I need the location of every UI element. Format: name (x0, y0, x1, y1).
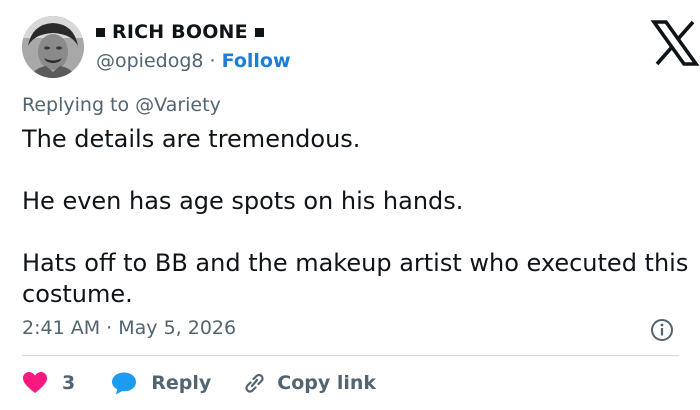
heart-icon (23, 372, 47, 393)
author-display-name: RICH BOONE (112, 21, 248, 43)
tweet-time: 2:41 AM (22, 317, 101, 339)
tweet-card: RICH BOONE @opiedog8 · Follow Replying t… (0, 0, 700, 410)
x-logo-icon[interactable] (650, 20, 700, 66)
tweet-paragraph: He even has age spots on his hands. (22, 187, 464, 215)
timestamp-separator: · (106, 317, 113, 339)
tweet-text: The details are tremendous. He even has … (22, 124, 692, 310)
actions-divider (22, 355, 679, 356)
reply-context: Replying to @Variety (22, 94, 221, 116)
tweet-paragraph: The details are tremendous. (22, 125, 361, 153)
reply-button[interactable]: Reply (111, 371, 211, 395)
square-bullet-icon (96, 27, 105, 37)
tweet-header: RICH BOONE @opiedog8 · Follow (22, 16, 700, 80)
copy-link-label: Copy link (277, 372, 377, 394)
handle-separator: · (209, 50, 216, 72)
reply-context-prefix: Replying to (22, 94, 130, 116)
reply-mention-link[interactable]: @Variety (135, 94, 221, 116)
link-icon (245, 373, 264, 393)
tweet-timestamp[interactable]: 2:41 AM · May 5, 2026 (22, 317, 236, 339)
tweet-paragraph: Hats off to BB and the makeup artist who… (22, 249, 689, 308)
square-bullet-icon (254, 27, 264, 37)
tweet-actions: 3 Reply Copy link (22, 369, 376, 397)
author-name[interactable]: RICH BOONE (96, 21, 264, 43)
tweet-date: May 5, 2026 (118, 317, 237, 339)
speech-bubble-icon (112, 372, 137, 395)
author-avatar[interactable] (22, 16, 84, 78)
author-handle-row: @opiedog8 · Follow (96, 50, 291, 72)
avatar-photo-icon (22, 16, 84, 78)
like-count: 3 (62, 372, 76, 394)
info-icon[interactable] (650, 318, 674, 342)
reply-label: Reply (151, 372, 212, 394)
copy-link-button[interactable]: Copy link (241, 371, 376, 395)
author-handle[interactable]: @opiedog8 (96, 50, 204, 72)
follow-button[interactable]: Follow (222, 50, 291, 72)
like-button[interactable]: 3 (22, 371, 75, 395)
